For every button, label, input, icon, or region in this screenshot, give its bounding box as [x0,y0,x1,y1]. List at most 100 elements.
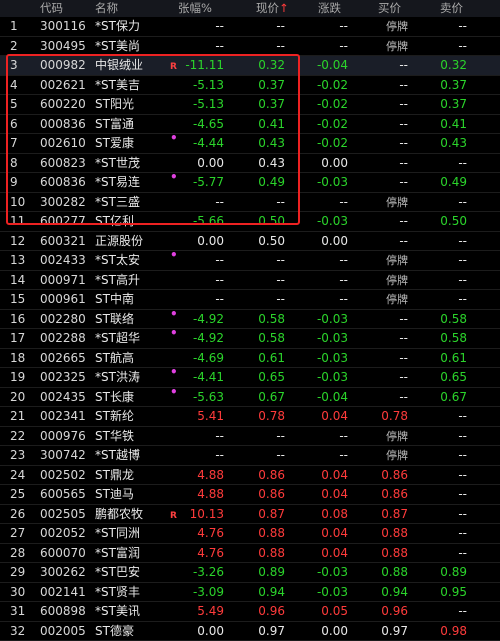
price: 0.87 [258,505,285,524]
table-row[interactable]: 27002052*ST同洲4.760.880.040.88-- [0,524,500,544]
header-price[interactable]: 现价↑ [256,0,289,17]
price: -- [276,37,285,56]
marker-dot-icon: • [170,305,178,324]
stock-name: ST德豪 [95,622,134,641]
price: 0.50 [258,232,285,251]
bid-price: -- [399,56,408,75]
marker-dot-icon: • [170,246,178,265]
price-diff: -- [339,37,348,56]
table-row[interactable]: 16002280ST联络-4.920.58-0.03--0.58• [0,310,500,330]
header-bid[interactable]: 买价 [378,0,401,17]
price: 0.67 [258,388,285,407]
table-row[interactable]: 9600836*ST易连-5.770.49-0.03--0.49• [0,173,500,193]
table-row[interactable]: 29300262*ST巴安-3.260.89-0.030.880.89 [0,563,500,583]
table-row[interactable]: 10300282*ST三盛------停牌-- [0,193,500,213]
ask-price: 0.98 [440,622,467,641]
table-row[interactable]: 17002288*ST超华-4.920.58-0.03--0.58• [0,329,500,349]
ask-price: -- [458,544,467,563]
table-row[interactable]: 12600321正源股份0.000.500.00---- [0,232,500,252]
price: 0.86 [258,466,285,485]
price-diff: -- [339,446,348,465]
table-row[interactable]: 25600565ST迪马4.880.860.040.86-- [0,485,500,505]
table-row[interactable]: 31600898*ST美讯5.490.960.050.96-- [0,602,500,622]
price: 0.61 [258,349,285,368]
ask-price: 0.95 [440,583,467,602]
table-row[interactable]: 24002502ST鼎龙4.880.860.040.86-- [0,466,500,486]
table-row[interactable]: 1300116*ST保力------停牌-- [0,17,500,37]
table-row[interactable]: 21002341ST新纶5.410.780.040.78-- [0,407,500,427]
table-row[interactable]: 28600070*ST富润4.760.880.040.88-- [0,544,500,564]
row-index: 10 [10,193,25,212]
price: 0.88 [258,524,285,543]
table-row[interactable]: 3000982中银绒业-11.110.32-0.04--0.32R [0,56,500,76]
table-row[interactable]: 2300495*ST美尚------停牌-- [0,37,500,57]
price: 0.50 [258,212,285,231]
row-index: 15 [10,290,25,309]
table-row[interactable]: 13002433*ST太安------停牌--• [0,251,500,271]
ask-price: 0.43 [440,134,467,153]
change-pct: -- [215,193,224,212]
table-row[interactable]: 6000836ST富通-4.650.41-0.02--0.41 [0,115,500,135]
row-index: 25 [10,485,25,504]
stock-name: *ST世茂 [95,154,140,173]
table-row[interactable]: 4002621*ST美吉-5.130.37-0.02--0.37 [0,76,500,96]
price-diff: 0.04 [321,524,348,543]
table-row[interactable]: 20002435ST长康-5.630.67-0.04--0.67• [0,388,500,408]
table-row[interactable]: 7002610ST爱康-4.440.43-0.02--0.43• [0,134,500,154]
table-row[interactable]: 11600277ST亿利-5.660.50-0.03--0.50 [0,212,500,232]
table-row[interactable]: 26002505鹏都农牧10.130.870.080.87--R [0,505,500,525]
ask-price: -- [458,251,467,270]
change-pct: -11.11 [185,56,224,75]
stock-name: ST新纶 [95,407,134,426]
table-row[interactable]: 14000971*ST高升------停牌-- [0,271,500,291]
change-pct: -- [215,271,224,290]
header-change-pct[interactable]: 张幅% [178,0,212,17]
stock-code: 000961 [40,290,86,309]
row-index: 30 [10,583,25,602]
price-diff: -0.02 [317,95,348,114]
table-row[interactable]: 22000976ST华铁------停牌-- [0,427,500,447]
table-row[interactable]: 23300742*ST越博------停牌-- [0,446,500,466]
table-row[interactable]: 18002665ST航高-4.690.61-0.03--0.61 [0,349,500,369]
row-index: 19 [10,368,25,387]
bid-price: 0.87 [381,505,408,524]
header-name[interactable]: 名称 [95,0,118,17]
header-ask[interactable]: 卖价 [440,0,463,17]
table-row[interactable]: 32002005ST德豪0.000.970.000.970.98 [0,622,500,641]
bid-price: -- [399,115,408,134]
change-pct: -4.69 [193,349,224,368]
table-row[interactable]: 30002141*ST贤丰-3.090.94-0.030.940.95 [0,583,500,603]
stock-name: *ST保力 [95,17,140,36]
change-pct: -- [215,290,224,309]
table-row[interactable]: 15000961ST中南------停牌-- [0,290,500,310]
change-pct: -4.92 [193,329,224,348]
stock-name: 正源股份 [95,232,143,251]
price: 0.89 [258,563,285,582]
price: 0.32 [258,56,285,75]
marker-dot-icon: • [170,129,178,148]
bid-price: -- [399,388,408,407]
bid-price: 停牌 [386,37,408,56]
change-pct: -3.09 [193,583,224,602]
bid-price: -- [399,349,408,368]
price-diff: -0.03 [317,368,348,387]
table-row[interactable]: 8600823*ST世茂0.000.430.00---- [0,154,500,174]
change-pct: -- [215,37,224,56]
bid-price: 停牌 [386,193,408,212]
price-diff: -0.03 [317,563,348,582]
change-pct: 0.00 [197,154,224,173]
bid-price: 0.88 [381,524,408,543]
change-pct: -4.65 [193,115,224,134]
header-diff[interactable]: 涨跌 [318,0,341,17]
bid-price: 0.78 [381,407,408,426]
stock-name: *ST富润 [95,544,140,563]
price: 0.78 [258,407,285,426]
header-code[interactable]: 代码 [40,0,63,17]
price: 0.97 [258,622,285,641]
price: 0.58 [258,329,285,348]
table-row[interactable]: 19002325*ST洪涛-4.410.65-0.03--0.65• [0,368,500,388]
price-diff: -- [339,427,348,446]
change-pct: -5.63 [193,388,224,407]
table-row[interactable]: 5600220ST阳光-5.130.37-0.02--0.37 [0,95,500,115]
stock-code: 002505 [40,505,86,524]
